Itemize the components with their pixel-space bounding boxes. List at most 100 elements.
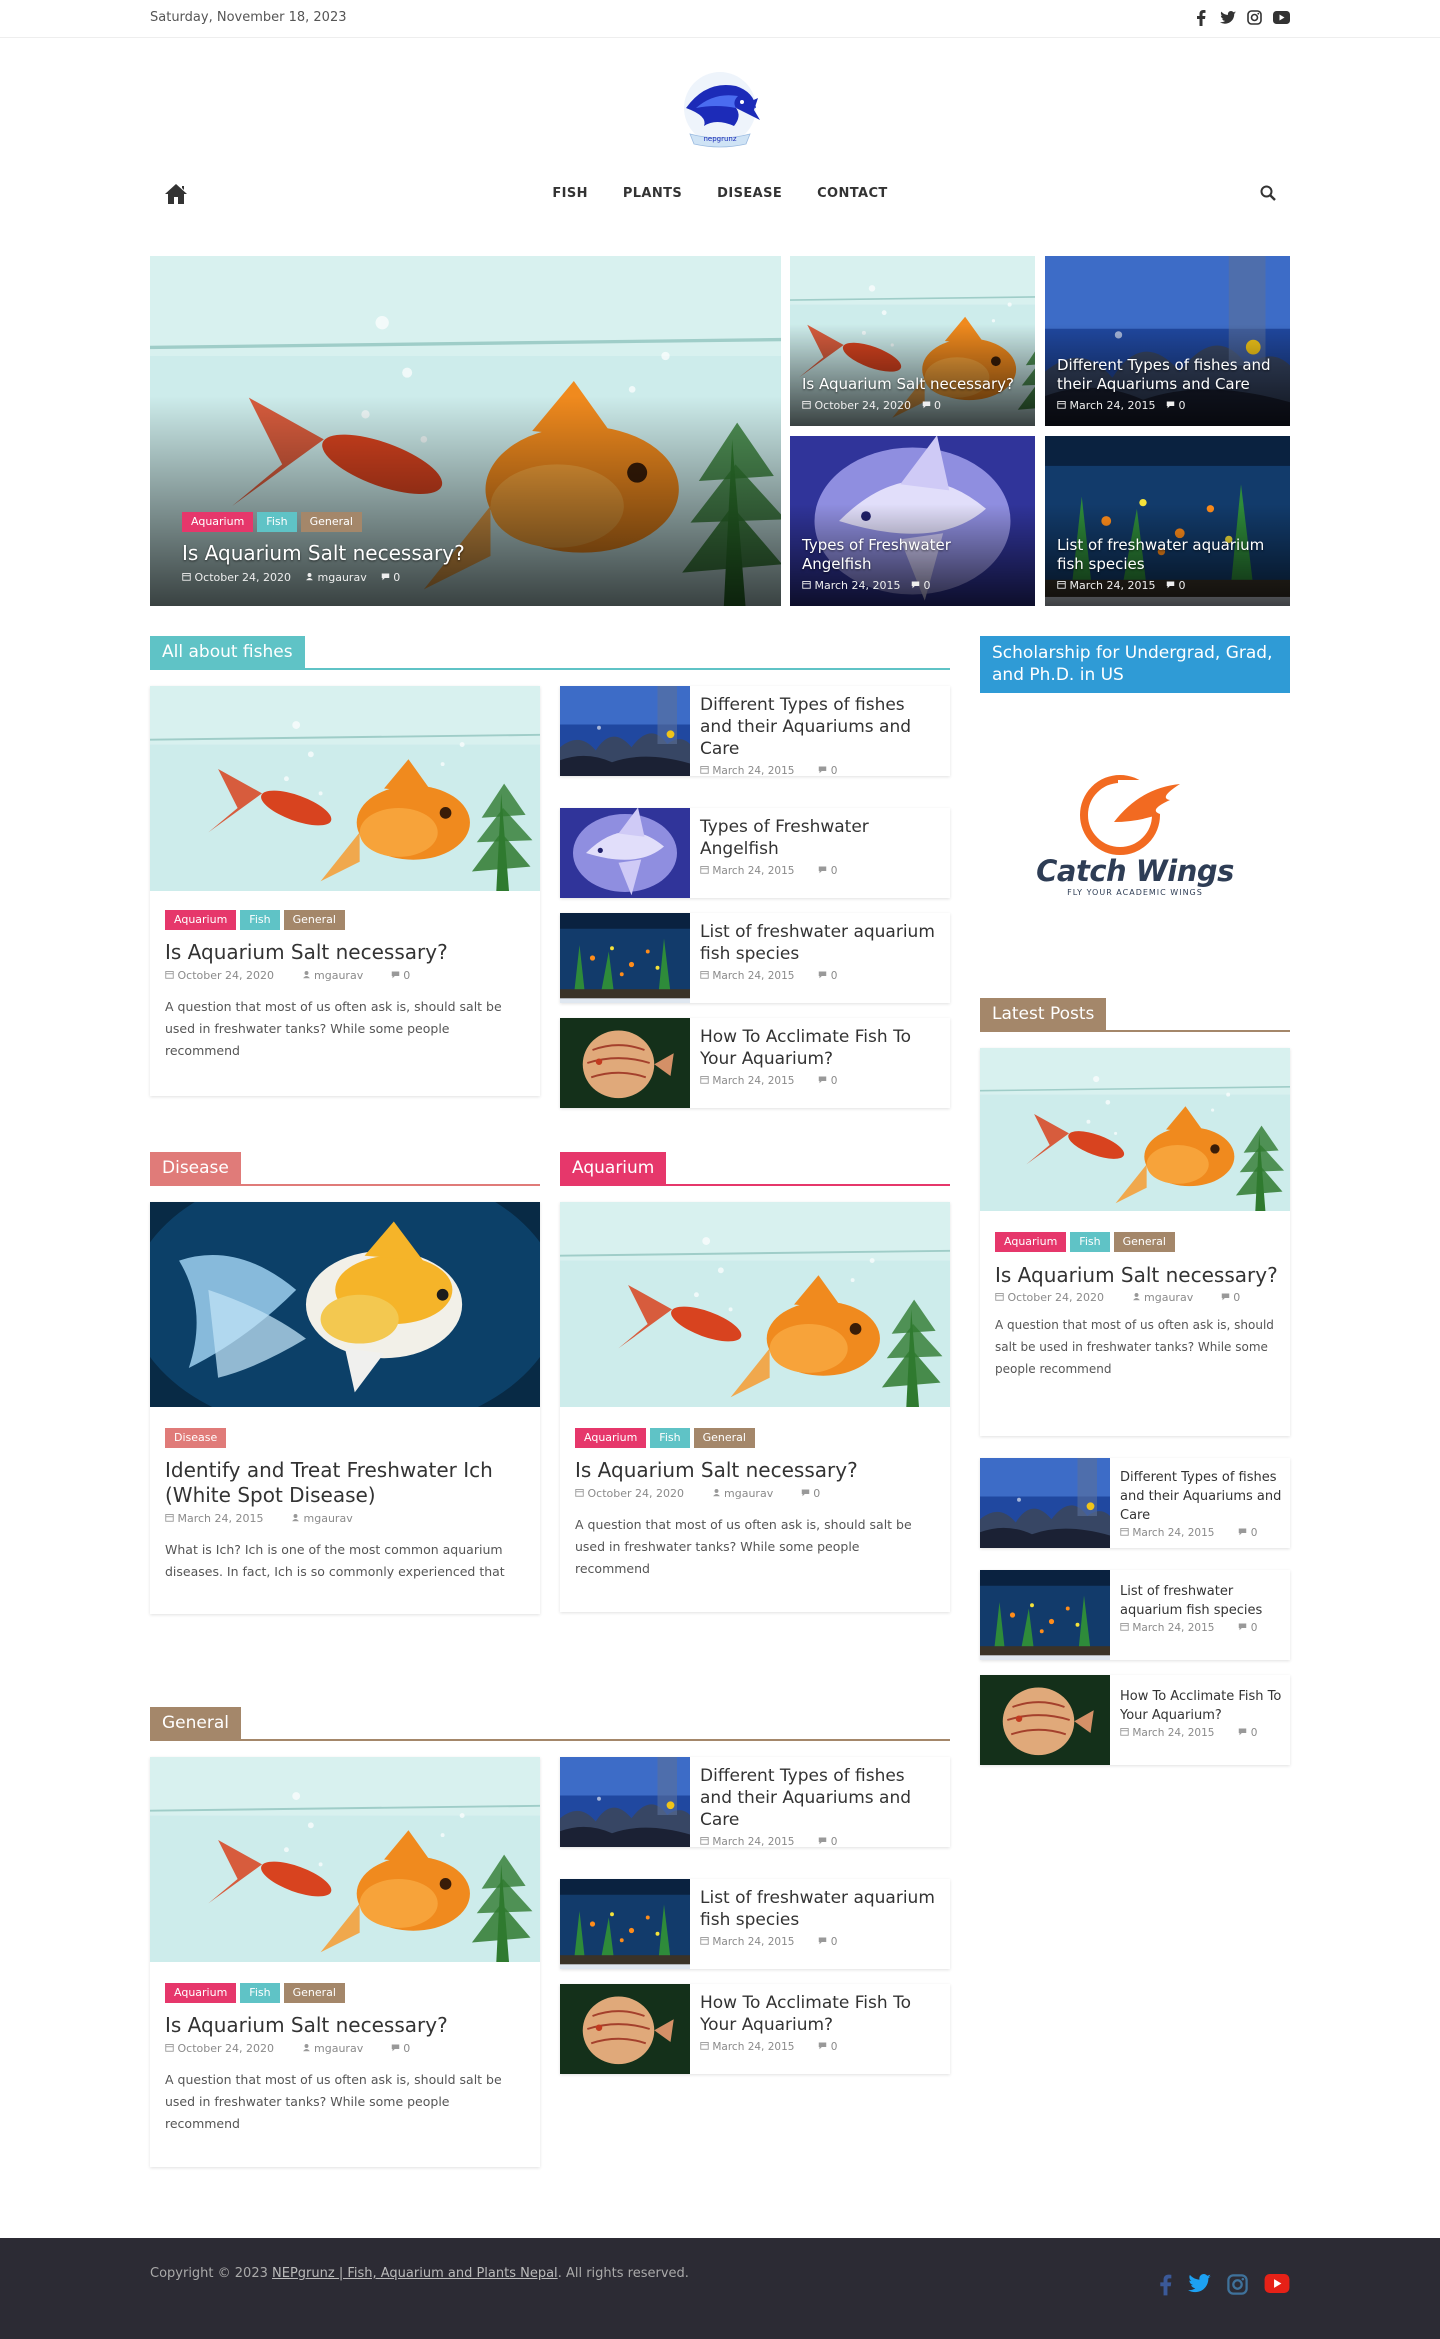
youtube-icon[interactable] xyxy=(1273,9,1290,26)
comment-count[interactable]: 0 xyxy=(831,970,838,982)
tag-general[interactable]: General xyxy=(693,1428,755,1448)
tag-fish[interactable]: Fish xyxy=(1070,1232,1110,1252)
hero-tile-title[interactable]: List of freshwater aquarium fish species xyxy=(1057,536,1278,574)
post-date[interactable]: March 24, 2015 xyxy=(1070,399,1156,412)
post-title[interactable]: Different Types of fishes and their Aqua… xyxy=(700,694,942,760)
post-thumbnail[interactable] xyxy=(560,1018,690,1108)
comment-count[interactable]: 0 xyxy=(831,1836,838,1848)
list-post[interactable]: Different Types of fishes and their Aqua… xyxy=(560,686,950,777)
post-author[interactable]: mgaurav xyxy=(314,2042,363,2055)
post-date[interactable]: March 24, 2015 xyxy=(712,1836,794,1848)
post-date[interactable]: March 24, 2015 xyxy=(178,1512,264,1525)
comment-count[interactable]: 0 xyxy=(1251,1727,1258,1739)
tag-general[interactable]: General xyxy=(1113,1232,1175,1252)
hero-tile-4[interactable]: List of freshwater aquarium fish species… xyxy=(1045,436,1290,606)
tag-general[interactable]: General xyxy=(300,512,362,532)
post-author[interactable]: mgaurav xyxy=(304,1512,353,1525)
post-title[interactable]: Is Aquarium Salt necessary? xyxy=(995,1262,1278,1289)
post-author[interactable]: mgaurav xyxy=(724,1487,773,1500)
general-post-card[interactable]: Aquarium Fish General Is Aquarium Salt n… xyxy=(150,1757,540,2167)
post-date[interactable]: October 24, 2020 xyxy=(195,571,292,584)
post-thumbnail[interactable] xyxy=(560,1757,690,1847)
post-title[interactable]: Different Types of fishes and their Aqua… xyxy=(1120,1468,1284,1525)
hero-tile-title[interactable]: Types of Freshwater Angelfish xyxy=(802,536,1023,574)
post-title[interactable]: How To Acclimate Fish To Your Aquarium? xyxy=(700,1992,942,2036)
disease-post-card[interactable]: Disease Identify and Treat Freshwater Ic… xyxy=(150,1202,540,1614)
post-date[interactable]: March 24, 2015 xyxy=(712,2041,794,2053)
post-thumbnail[interactable] xyxy=(560,808,690,898)
comment-count[interactable]: 0 xyxy=(1251,1622,1258,1634)
post-title[interactable]: Different Types of fishes and their Aqua… xyxy=(700,1765,942,1831)
comment-count[interactable]: 0 xyxy=(813,1487,820,1500)
hero-tile-title[interactable]: Different Types of fishes and their Aqua… xyxy=(1057,356,1278,394)
post-date[interactable]: March 24, 2015 xyxy=(712,865,794,877)
post-author[interactable]: mgaurav xyxy=(314,969,363,982)
hero-main-post[interactable]: Aquarium Fish General Is Aquarium Salt n… xyxy=(150,256,781,606)
youtube-icon[interactable] xyxy=(1264,2274,1290,2300)
nav-item-fish[interactable]: FISH xyxy=(552,186,588,201)
post-image[interactable] xyxy=(980,1048,1290,1211)
facebook-icon[interactable] xyxy=(1192,9,1209,26)
comment-count[interactable]: 0 xyxy=(393,571,400,584)
post-date[interactable]: March 24, 2015 xyxy=(712,1936,794,1948)
comment-count[interactable]: 0 xyxy=(831,1936,838,1948)
facebook-icon[interactable] xyxy=(1159,2274,1172,2300)
nav-item-disease[interactable]: DISEASE xyxy=(717,186,782,201)
tag-disease[interactable]: Disease xyxy=(165,1428,227,1448)
post-title[interactable]: List of freshwater aquarium fish species xyxy=(700,921,942,965)
post-date[interactable]: October 24, 2020 xyxy=(815,399,912,412)
aquarium-post-card[interactable]: Aquarium Fish General Is Aquarium Salt n… xyxy=(560,1202,950,1612)
hero-tile-3[interactable]: Types of Freshwater Angelfish March 24, … xyxy=(790,436,1035,606)
instagram-icon[interactable] xyxy=(1227,2274,1248,2300)
post-thumbnail[interactable] xyxy=(980,1675,1110,1765)
list-post[interactable]: Types of Freshwater Angelfish March 24, … xyxy=(560,808,950,898)
site-link[interactable]: NEPgrunz | Fish, Aquarium and Plants Nep… xyxy=(272,2266,558,2281)
post-image[interactable] xyxy=(150,1202,540,1407)
section-title[interactable]: Aquarium xyxy=(560,1152,667,1184)
post-date[interactable]: March 24, 2015 xyxy=(1132,1727,1214,1739)
comment-count[interactable]: 0 xyxy=(831,2041,838,2053)
post-title[interactable]: Types of Freshwater Angelfish xyxy=(700,816,942,860)
tag-fish[interactable]: Fish xyxy=(257,512,297,532)
post-date[interactable]: March 24, 2015 xyxy=(1070,579,1156,592)
post-date[interactable]: March 24, 2015 xyxy=(712,765,794,777)
latest-post-item[interactable]: How To Acclimate Fish To Your Aquarium? … xyxy=(980,1675,1290,1765)
post-thumbnail[interactable] xyxy=(980,1570,1110,1660)
twitter-icon[interactable] xyxy=(1188,2274,1211,2300)
post-date[interactable]: March 24, 2015 xyxy=(712,1075,794,1087)
post-date[interactable]: March 24, 2015 xyxy=(1132,1527,1214,1539)
post-title[interactable]: Is Aquarium Salt necessary? xyxy=(165,2013,525,2038)
search-icon[interactable] xyxy=(1260,185,1276,205)
catch-wings-ad[interactable]: Catch Wings FLY YOUR ACADEMIC WINGS xyxy=(1030,770,1240,900)
tag-aquarium[interactable]: Aquarium xyxy=(182,512,254,532)
tag-fish[interactable]: Fish xyxy=(650,1428,690,1448)
section-title[interactable]: Latest Posts xyxy=(980,998,1107,1030)
comment-count[interactable]: 0 xyxy=(934,399,941,412)
tag-aquarium[interactable]: Aquarium xyxy=(575,1428,647,1448)
latest-featured-card[interactable]: Aquarium Fish General Is Aquarium Salt n… xyxy=(980,1048,1290,1436)
post-date[interactable]: October 24, 2020 xyxy=(1008,1291,1105,1304)
hero-tile-title[interactable]: Is Aquarium Salt necessary? xyxy=(802,375,1023,394)
comment-count[interactable]: 0 xyxy=(1251,1527,1258,1539)
comment-count[interactable]: 0 xyxy=(1179,579,1186,592)
post-title[interactable]: Identify and Treat Freshwater Ich (White… xyxy=(165,1458,525,1508)
comment-count[interactable]: 0 xyxy=(403,969,410,982)
list-post[interactable]: List of freshwater aquarium fish species… xyxy=(560,1879,950,1969)
section-title[interactable]: Disease xyxy=(150,1152,241,1184)
list-post[interactable]: List of freshwater aquarium fish species… xyxy=(560,913,950,1003)
latest-post-item[interactable]: List of freshwater aquarium fish species… xyxy=(980,1570,1290,1660)
tag-fish[interactable]: Fish xyxy=(240,910,280,930)
post-thumbnail[interactable] xyxy=(560,1879,690,1969)
tag-aquarium[interactable]: Aquarium xyxy=(165,910,237,930)
post-title[interactable]: List of freshwater aquarium fish species xyxy=(700,1887,942,1931)
post-date[interactable]: March 24, 2015 xyxy=(712,970,794,982)
comment-count[interactable]: 0 xyxy=(1233,1291,1240,1304)
featured-post-card[interactable]: Aquarium Fish General Is Aquarium Salt n… xyxy=(150,686,540,1096)
post-date[interactable]: October 24, 2020 xyxy=(178,969,275,982)
nav-item-plants[interactable]: PLANTS xyxy=(623,186,682,201)
post-title[interactable]: How To Acclimate Fish To Your Aquarium? xyxy=(1120,1687,1284,1725)
latest-post-item[interactable]: Different Types of fishes and their Aqua… xyxy=(980,1458,1290,1548)
post-author[interactable]: mgaurav xyxy=(1144,1291,1193,1304)
hero-main-title[interactable]: Is Aquarium Salt necessary? xyxy=(182,540,769,566)
sidebar-ad-heading[interactable]: Scholarship for Undergrad, Grad, and Ph.… xyxy=(980,636,1290,693)
